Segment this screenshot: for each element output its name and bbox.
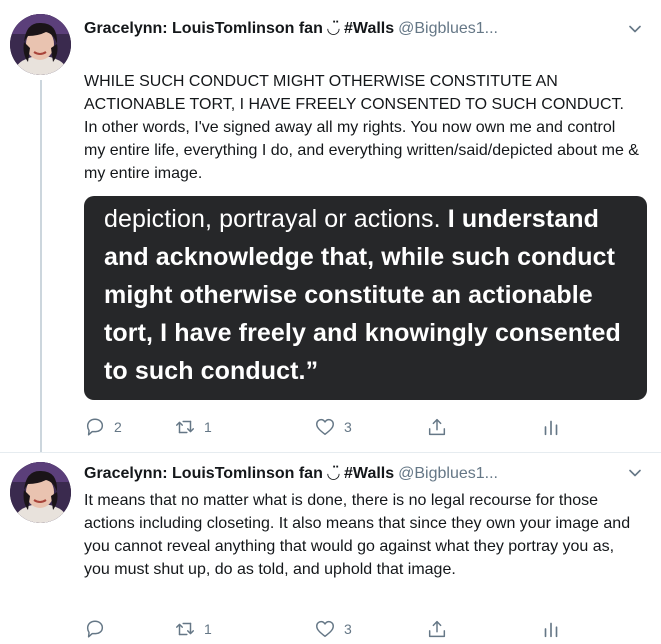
media-text: depiction, portrayal or actions. I under… <box>104 200 635 390</box>
like-button[interactable]: 3 <box>314 415 352 439</box>
retweet-icon <box>176 622 194 636</box>
tweet-text: It means that no matter what is done, th… <box>84 492 631 578</box>
reply-icon <box>86 418 104 436</box>
like-count: 3 <box>344 621 352 637</box>
retweet-button[interactable]: 1 <box>174 415 212 439</box>
retweet-count: 1 <box>204 621 212 637</box>
retweet-count: 1 <box>204 419 212 435</box>
like-count: 3 <box>344 419 352 435</box>
like-icon <box>316 620 334 638</box>
avatar[interactable] <box>10 462 71 523</box>
like-icon <box>316 418 334 436</box>
reply-count: 2 <box>114 419 122 435</box>
chevron-down-icon[interactable] <box>627 465 643 481</box>
tweet-header: Gracelynn: LouisTomlinson fan ◡̈ #Walls @… <box>84 18 639 40</box>
tweet-actions: 2 1 3 <box>84 415 564 439</box>
chevron-down-icon[interactable] <box>627 21 643 37</box>
avatar[interactable] <box>10 14 71 75</box>
tweet[interactable]: Gracelynn: LouisTomlinson fan ◡̈ #Walls @… <box>0 453 661 644</box>
analytics-icon <box>544 622 558 638</box>
tweet[interactable]: Gracelynn: LouisTomlinson fan ◡̈ #Walls @… <box>0 0 661 453</box>
thread-line <box>40 80 42 452</box>
analytics-icon <box>544 420 558 436</box>
share-button[interactable] <box>426 415 448 439</box>
media-text-normal: depiction, portrayal or actions. <box>104 205 448 233</box>
tweet-actions: 1 3 <box>84 617 564 641</box>
reply-button[interactable]: 2 <box>84 415 122 439</box>
tweet-text: WHILE SUCH CONDUCT MIGHT OTHERWISE CONST… <box>84 73 639 182</box>
author-handle[interactable]: @Bigblues1... <box>398 20 498 37</box>
retweet-button[interactable]: 1 <box>174 617 212 641</box>
author-name[interactable]: Gracelynn: LouisTomlinson fan ◡̈ #Walls <box>84 20 394 37</box>
tweet-media-image[interactable]: depiction, portrayal or actions. I under… <box>84 196 647 400</box>
share-icon <box>428 620 446 638</box>
author-handle[interactable]: @Bigblues1... <box>398 465 498 482</box>
retweet-icon <box>176 420 194 434</box>
like-button[interactable]: 3 <box>314 617 352 641</box>
tweet-header: Gracelynn: LouisTomlinson fan ◡̈ #Walls @… <box>84 463 639 485</box>
share-button[interactable] <box>426 617 448 641</box>
analytics-button[interactable] <box>540 617 562 641</box>
share-icon <box>428 418 446 436</box>
reply-button[interactable] <box>84 617 114 641</box>
analytics-button[interactable] <box>540 415 562 439</box>
author-name[interactable]: Gracelynn: LouisTomlinson fan ◡̈ #Walls <box>84 465 394 482</box>
reply-icon <box>86 620 104 638</box>
